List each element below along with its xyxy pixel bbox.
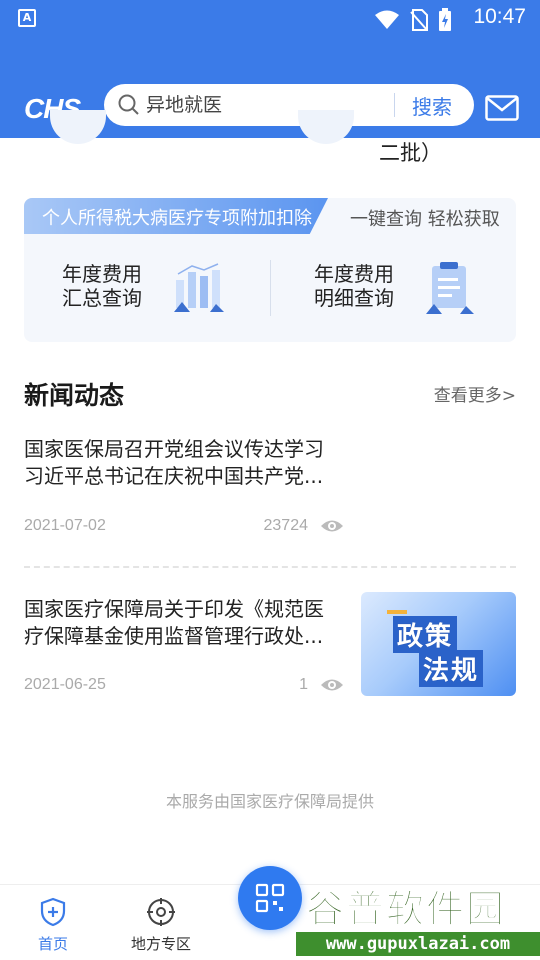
tax-slogan: 一键查询 轻松获取 bbox=[350, 209, 500, 230]
news-divider bbox=[24, 566, 516, 568]
location-target-icon bbox=[147, 898, 175, 926]
annual-summary-query[interactable]: 年度费用 汇总查询 bbox=[62, 262, 142, 310]
search-bar[interactable]: 异地就医 搜索 bbox=[104, 84, 474, 126]
policy-thumbnail-line2: 法规 bbox=[419, 650, 484, 687]
search-input[interactable]: 异地就医 bbox=[146, 90, 222, 117]
clipboard-icon bbox=[426, 262, 474, 314]
qr-scan-icon bbox=[255, 883, 285, 913]
news-date: 2021-07-02 bbox=[24, 517, 106, 534]
status-time: 10:47 bbox=[473, 5, 526, 28]
news-headline[interactable]: 国家医保局召开党组会议传达学习习近平总书记在庆祝中国共产党... bbox=[24, 436, 342, 490]
tax-ribbon: 个人所得税大病医疗专项附加扣除 bbox=[24, 198, 328, 234]
nav-home[interactable]: 首页 bbox=[8, 897, 98, 953]
search-button[interactable]: 搜索 bbox=[412, 91, 452, 120]
news-headline[interactable]: 国家医疗保障局关于印发《规范医疗保障基金使用监督管理行政处... bbox=[24, 596, 342, 650]
wifi-icon bbox=[375, 10, 399, 29]
site-watermark: 谷普软件园 www.gupuxlazai.com bbox=[296, 872, 540, 960]
partial-service-label: 二批） bbox=[379, 141, 442, 165]
search-divider bbox=[394, 93, 395, 117]
partial-service-icon[interactable] bbox=[50, 110, 106, 144]
annual-detail-query[interactable]: 年度费用 明细查询 bbox=[314, 262, 394, 310]
battery-charging-icon bbox=[439, 8, 451, 31]
eye-icon bbox=[321, 520, 343, 532]
policy-thumbnail-line1: 政策 bbox=[393, 616, 458, 653]
search-icon bbox=[118, 94, 139, 115]
news-more-link[interactable]: 查看更多> bbox=[434, 381, 516, 406]
news-date: 2021-06-25 bbox=[24, 676, 106, 693]
no-sim-icon bbox=[410, 9, 428, 31]
shield-plus-icon bbox=[40, 897, 66, 927]
eye-icon bbox=[321, 679, 343, 691]
news-view-count: 23724 bbox=[263, 517, 309, 534]
tax-divider bbox=[270, 260, 271, 316]
mail-icon[interactable] bbox=[485, 95, 519, 121]
qr-scan-button[interactable] bbox=[238, 866, 302, 930]
bar-chart-icon bbox=[174, 263, 224, 312]
partial-service-icon[interactable] bbox=[298, 110, 354, 144]
policy-thumbnail[interactable]: 政策 法规 bbox=[361, 592, 516, 696]
news-view-count: 1 bbox=[299, 676, 308, 693]
news-section-title: 新闻动态 bbox=[24, 381, 125, 410]
status-bar: A 10:47 bbox=[0, 0, 540, 36]
notification-a-icon: A bbox=[18, 9, 36, 27]
tax-deduction-card: 个人所得税大病医疗专项附加扣除 一键查询 轻松获取 年度费用 汇总查询 年度费用… bbox=[24, 198, 516, 342]
nav-local-zone[interactable]: 地方专区 bbox=[116, 897, 206, 953]
service-provider-note: 本服务由国家医疗保障局提供 bbox=[165, 792, 374, 811]
